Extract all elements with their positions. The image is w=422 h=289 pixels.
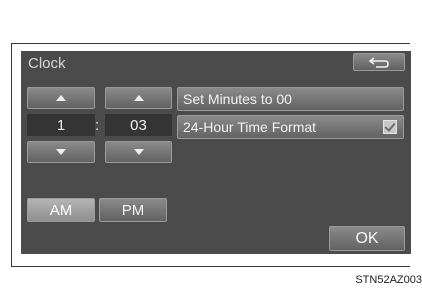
checkbox-checked-icon	[383, 120, 397, 134]
down-arrow-icon	[56, 149, 66, 155]
minute-value: 03	[105, 114, 172, 136]
back-button[interactable]	[353, 53, 405, 71]
return-arrow-icon	[368, 57, 389, 68]
hour-format-label: 24-Hour Time Format	[183, 119, 317, 135]
set-minutes-button[interactable]: Set Minutes to 00	[177, 87, 404, 111]
up-arrow-icon	[133, 95, 144, 101]
ok-button[interactable]: OK	[329, 226, 405, 251]
clock-screen: Clock 1 : 03 Set Minutes to 00 24-Hour T…	[21, 51, 411, 254]
set-minutes-label: Set Minutes to 00	[183, 91, 292, 107]
hour-value: 1	[27, 114, 95, 136]
down-arrow-icon	[133, 149, 144, 155]
up-arrow-icon	[56, 95, 66, 101]
time-separator: :	[95, 117, 100, 134]
pm-button[interactable]: PM	[99, 198, 167, 222]
hour-up-button[interactable]	[27, 87, 95, 109]
figure-caption: STN52AZ003	[355, 274, 422, 286]
screen-title: Clock	[28, 55, 66, 72]
minute-down-button[interactable]	[105, 141, 172, 163]
am-button[interactable]: AM	[27, 198, 95, 222]
hour-format-button[interactable]: 24-Hour Time Format	[177, 115, 404, 139]
minute-up-button[interactable]	[105, 87, 172, 109]
hour-down-button[interactable]	[27, 141, 95, 163]
